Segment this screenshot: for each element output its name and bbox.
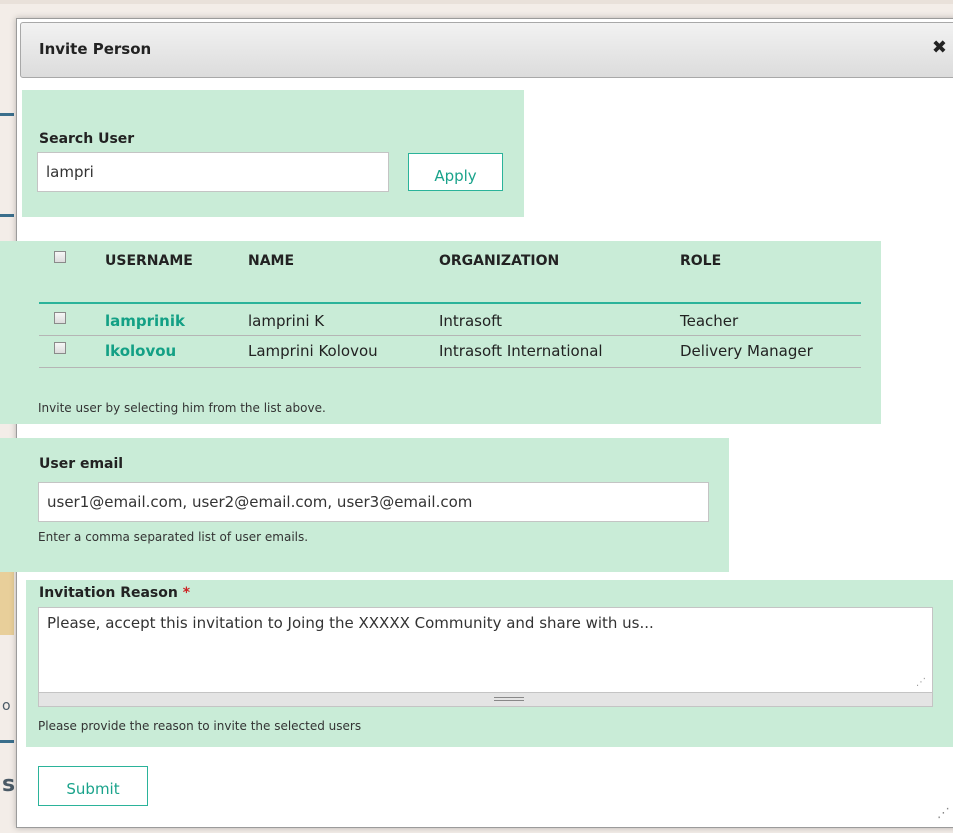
dialog-titlebar: Invite Person ✖ bbox=[20, 22, 953, 78]
background-text: o bbox=[2, 698, 11, 714]
table-hint: Invite user by selecting him from the li… bbox=[38, 401, 326, 415]
grippie-line bbox=[494, 700, 524, 701]
table-cell-organization: Intrasoft International bbox=[439, 342, 603, 360]
textarea-grippie[interactable] bbox=[38, 693, 933, 707]
grippie-line bbox=[494, 697, 524, 698]
submit-button[interactable]: Submit bbox=[38, 766, 148, 806]
reason-hint: Please provide the reason to invite the … bbox=[38, 719, 362, 733]
background-text: s bbox=[2, 772, 16, 797]
dialog-resize-icon[interactable]: ⋰ bbox=[937, 806, 950, 821]
row-checkbox[interactable] bbox=[54, 312, 66, 324]
username-link[interactable]: lamprinik bbox=[105, 312, 185, 330]
table-cell-name: Lamprini Kolovou bbox=[248, 342, 378, 360]
search-user-label: Search User bbox=[39, 131, 135, 147]
invitation-reason-label: Invitation Reason * bbox=[39, 585, 190, 601]
table-cell-role: Teacher bbox=[680, 312, 739, 330]
email-hint: Enter a comma separated list of user ema… bbox=[38, 530, 309, 544]
column-header-username: USERNAME bbox=[105, 253, 193, 269]
background-divider bbox=[0, 113, 14, 116]
background-divider bbox=[0, 740, 14, 743]
invitation-reason-label-text: Invitation Reason bbox=[39, 585, 178, 601]
search-input[interactable]: lampri bbox=[37, 152, 389, 192]
table-cell-role: Delivery Manager bbox=[680, 342, 813, 360]
table-cell-organization: Intrasoft bbox=[439, 312, 503, 330]
resize-handle-icon[interactable]: ⋰ bbox=[916, 677, 926, 688]
username-link[interactable]: lkolovou bbox=[105, 342, 176, 360]
email-input-value: user1@email.com, user2@email.com, user3@… bbox=[47, 493, 473, 511]
column-header-role: ROLE bbox=[680, 253, 722, 269]
user-email-label: User email bbox=[39, 456, 124, 472]
row-checkbox[interactable] bbox=[54, 342, 66, 354]
apply-button[interactable]: Apply bbox=[408, 153, 503, 191]
email-input[interactable]: user1@email.com, user2@email.com, user3@… bbox=[38, 482, 709, 522]
search-input-value: lampri bbox=[46, 163, 94, 181]
table-header-divider bbox=[39, 302, 861, 304]
required-marker: * bbox=[182, 585, 191, 601]
table-row-divider bbox=[39, 335, 861, 336]
reason-textarea[interactable]: Please, accept this invitation to Joing … bbox=[38, 607, 933, 693]
background-divider bbox=[0, 0, 953, 4]
table-cell-name: lamprini K bbox=[248, 312, 325, 330]
close-icon[interactable]: ✖ bbox=[932, 37, 947, 58]
select-all-checkbox[interactable] bbox=[54, 251, 66, 263]
dialog-title: Invite Person bbox=[39, 40, 152, 58]
column-header-name: NAME bbox=[248, 253, 295, 269]
table-row-divider bbox=[39, 367, 861, 368]
background-divider bbox=[0, 214, 14, 217]
column-header-organization: ORGANIZATION bbox=[439, 253, 560, 269]
reason-textarea-value: Please, accept this invitation to Joing … bbox=[47, 614, 654, 632]
